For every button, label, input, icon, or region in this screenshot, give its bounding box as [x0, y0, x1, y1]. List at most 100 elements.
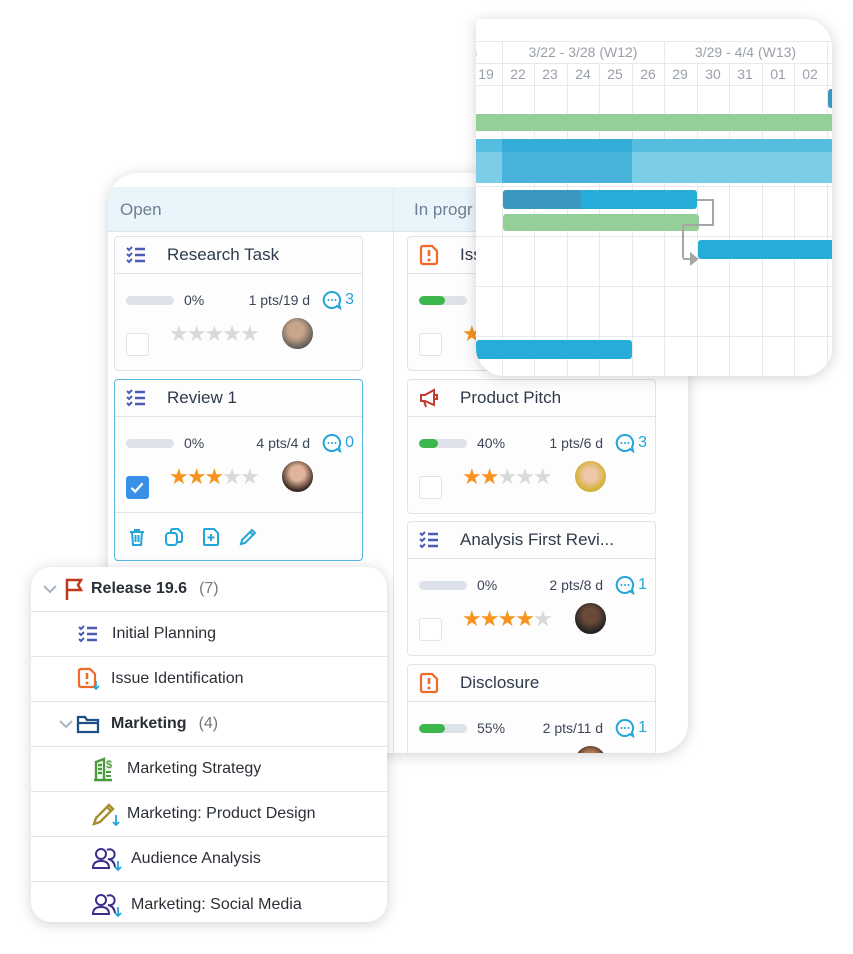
star-icon[interactable]: ★ — [515, 749, 535, 753]
tree-row-label: Marketing Strategy — [127, 760, 262, 777]
copy-button[interactable] — [164, 527, 184, 547]
day-label: 01 — [770, 66, 786, 82]
card-title[interactable]: Disclosure — [460, 673, 539, 693]
tree-row[interactable]: Release 19.6 (7) — [31, 567, 387, 612]
tree-row[interactable]: Marketing (4) — [31, 702, 387, 747]
star-rating[interactable]: ★★★★★ — [462, 749, 553, 753]
column-header-open: Open — [108, 187, 393, 232]
star-icon[interactable]: ★ — [462, 749, 482, 753]
progress-bar — [419, 295, 467, 305]
star-icon[interactable]: ★ — [480, 606, 500, 631]
star-rating[interactable]: ★★★★★ — [169, 321, 260, 347]
baseline-bar[interactable] — [503, 214, 699, 231]
summary-bar[interactable] — [476, 114, 832, 131]
card-checkbox[interactable] — [419, 476, 442, 499]
day-label: 29 — [672, 66, 688, 82]
chevron-down-icon[interactable] — [59, 719, 73, 729]
tree-row[interactable]: $ Marketing Strategy — [31, 747, 387, 792]
card-checkbox[interactable] — [126, 476, 149, 499]
item-count: (4) — [198, 715, 219, 732]
comments-button[interactable]: 3 — [615, 433, 647, 453]
card-title-row: Product Pitch — [408, 380, 655, 417]
card-checkbox[interactable] — [419, 618, 442, 641]
star-icon[interactable]: ★ — [497, 464, 517, 489]
avatar[interactable] — [574, 460, 607, 493]
checklist-icon — [125, 244, 167, 266]
comment-count: 3 — [638, 434, 647, 451]
comments-button[interactable]: 3 — [322, 290, 354, 310]
star-icon[interactable]: ★ — [497, 606, 517, 631]
points-duration: 1 pts/6 d — [549, 435, 604, 451]
progress-bar — [419, 723, 467, 733]
star-icon[interactable]: ★ — [240, 464, 260, 489]
star-icon[interactable]: ★ — [533, 749, 553, 753]
tree-row[interactable]: Marketing: Social Media — [31, 882, 387, 922]
avatar[interactable] — [281, 317, 314, 350]
card-title[interactable]: Review 1 — [167, 388, 237, 408]
tree-row-label: Issue Identification — [111, 670, 244, 687]
star-icon[interactable]: ★ — [169, 321, 189, 346]
chat-icon — [615, 433, 638, 453]
tree-row[interactable]: Audience Analysis — [31, 837, 387, 882]
comments-button[interactable]: 1 — [615, 575, 647, 595]
task-card[interactable]: Review 1 0% 4 pts/4 d 0 ★★★★★ — [114, 379, 363, 561]
star-rating[interactable]: ★★★★★ — [462, 464, 553, 490]
star-icon[interactable]: ★ — [515, 464, 535, 489]
star-rating[interactable]: ★★★★★ — [462, 606, 553, 632]
task-card[interactable]: Analysis First Revi... 0% 2 pts/8 d 1 ★★… — [407, 521, 656, 656]
task-card[interactable]: Product Pitch 40% 1 pts/6 d 3 ★★★★★ — [407, 379, 656, 514]
star-icon[interactable]: ★ — [222, 321, 242, 346]
star-icon[interactable]: ★ — [533, 464, 553, 489]
avatar[interactable] — [574, 602, 607, 635]
progress-percent: 40% — [477, 435, 506, 451]
tree-row[interactable]: Marketing: Product Design — [31, 792, 387, 837]
card-title-row: Disclosure — [408, 665, 655, 702]
checklist-icon — [418, 529, 460, 551]
day-label: 24 — [575, 66, 591, 82]
task-bar[interactable] — [828, 89, 832, 108]
star-icon[interactable]: ★ — [533, 606, 553, 631]
task-bar[interactable] — [698, 240, 832, 259]
progress-bar — [126, 438, 174, 448]
comments-button[interactable]: 0 — [322, 433, 354, 453]
avatar[interactable] — [281, 460, 314, 493]
checklist-icon — [76, 623, 100, 645]
star-icon[interactable]: ★ — [480, 749, 500, 753]
trash-button[interactable] — [127, 527, 147, 547]
task-bar[interactable] — [503, 190, 697, 209]
card-checkbox[interactable] — [419, 333, 442, 356]
task-bar[interactable] — [476, 340, 632, 359]
task-card[interactable]: Research Task 0% 1 pts/19 d 3 ★★★★★ — [114, 236, 363, 371]
star-icon[interactable]: ★ — [480, 464, 500, 489]
comment-count: 1 — [638, 576, 647, 593]
star-rating[interactable]: ★★★★★ — [169, 464, 260, 490]
star-icon[interactable]: ★ — [497, 749, 517, 753]
star-icon[interactable]: ★ — [187, 321, 207, 346]
star-icon[interactable]: ★ — [462, 606, 482, 631]
star-icon[interactable]: ★ — [222, 464, 242, 489]
add-document-button[interactable] — [201, 527, 221, 547]
star-icon[interactable]: ★ — [240, 321, 260, 346]
card-checkbox[interactable] — [126, 333, 149, 356]
star-icon[interactable]: ★ — [462, 464, 482, 489]
pencil-button[interactable] — [238, 527, 258, 547]
day-label: 19 — [478, 66, 494, 82]
users-icon — [91, 892, 123, 918]
star-icon[interactable]: ★ — [515, 606, 535, 631]
star-icon[interactable]: ★ — [169, 464, 189, 489]
card-title[interactable]: Research Task — [167, 245, 279, 265]
tree-row[interactable]: Initial Planning — [31, 612, 387, 657]
progress-bar — [126, 295, 174, 305]
comments-button[interactable]: 1 — [615, 718, 647, 738]
comment-count: 1 — [638, 719, 647, 736]
card-title[interactable]: Analysis First Revi... — [460, 530, 614, 550]
task-card[interactable]: Disclosure 55% 2 pts/11 d 1 ★★★★★ — [407, 664, 656, 753]
card-title[interactable]: Product Pitch — [460, 388, 561, 408]
star-icon[interactable]: ★ — [187, 464, 207, 489]
tree-row[interactable]: Issue Identification — [31, 657, 387, 702]
star-icon[interactable]: ★ — [204, 321, 224, 346]
day-label: 26 — [640, 66, 656, 82]
avatar[interactable] — [574, 745, 607, 753]
star-icon[interactable]: ★ — [204, 464, 224, 489]
chevron-down-icon[interactable] — [43, 584, 57, 594]
